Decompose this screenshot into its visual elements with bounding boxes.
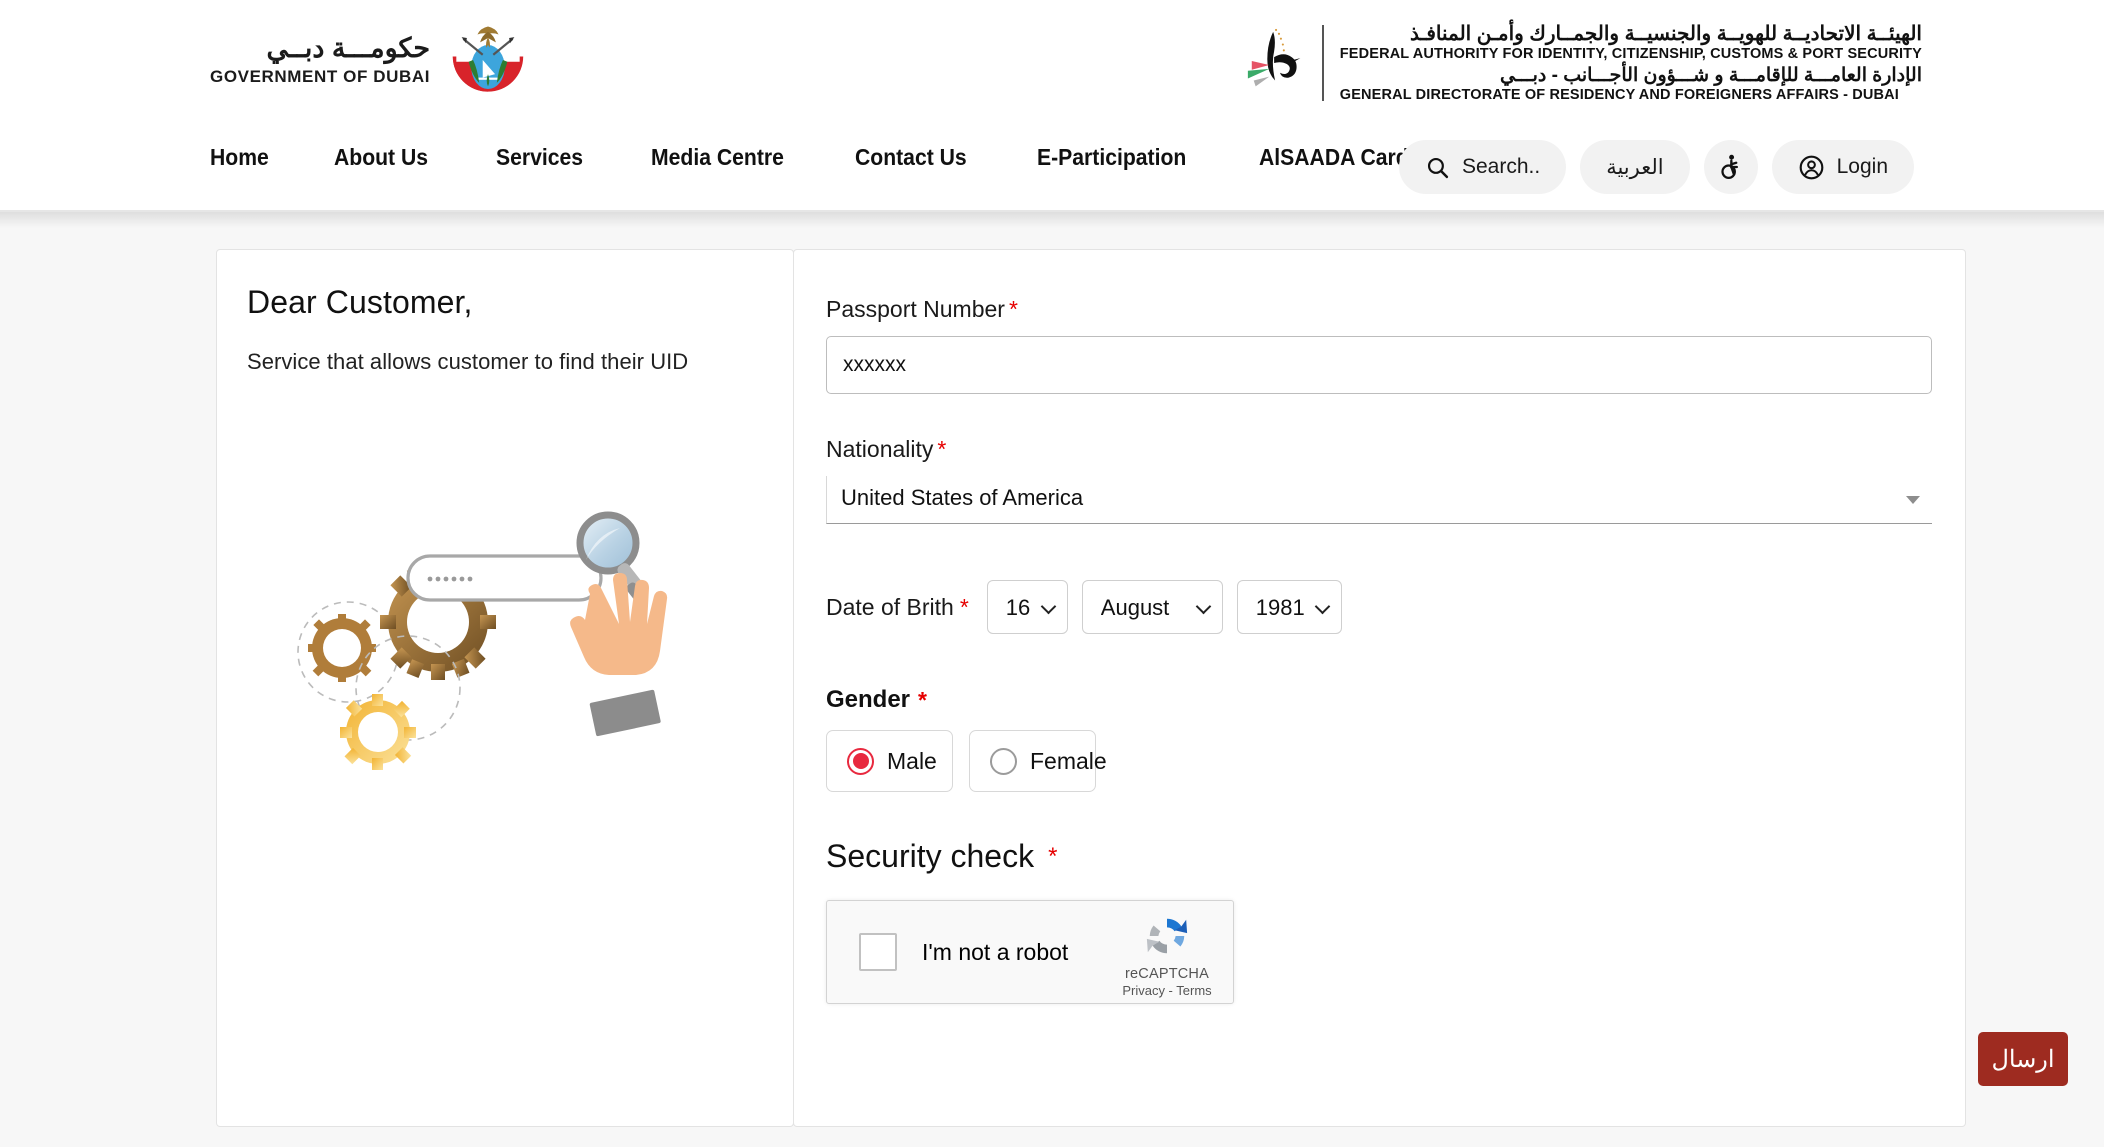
dob-month-select[interactable]: August — [1081, 580, 1223, 634]
gender-male-label: Male — [887, 747, 937, 774]
recaptcha-text: I'm not a robot — [922, 938, 1069, 965]
gender-options: Male Female — [826, 730, 1936, 792]
federal-english-line2: GENERAL DIRECTORATE OF RESIDENCY AND FOR… — [1339, 87, 1899, 104]
header-shadow — [0, 212, 2104, 228]
federal-english-line1: FEDERAL AUTHORITY FOR IDENTITY, CITIZENS… — [1339, 46, 1922, 63]
gender-required-mark: * — [918, 686, 927, 713]
dob-required-mark: * — [959, 593, 969, 620]
recaptcha-checkbox[interactable] — [859, 933, 897, 971]
federal-arabic-line2: الإدارة العامـــة للإقامـــة و شـــؤون ا… — [1500, 65, 1922, 87]
dob-day-select[interactable]: 16 — [986, 580, 1068, 634]
passport-required-mark: * — [1008, 296, 1018, 322]
federal-authority-logo[interactable]: الهيئــة الاتحاديــة للهويــة والجنسيــة… — [1244, 22, 1922, 105]
nav-item-services[interactable]: Services — [496, 144, 583, 171]
government-of-dubai-logo[interactable]: حكومـــة دبــي GOVERNMENT OF DUBAI — [210, 16, 532, 104]
dubai-logo-english: GOVERNMENT OF DUBAI — [210, 66, 431, 86]
login-label: Login — [1836, 155, 1888, 178]
passport-number-label: Passport Number * — [826, 296, 1936, 323]
search-icon — [1427, 157, 1449, 178]
gender-option-female[interactable]: Female — [969, 730, 1107, 792]
nav-item-media-centre[interactable]: Media Centre — [651, 144, 784, 171]
submit-button[interactable]: ارسال — [1978, 1032, 2068, 1086]
panel-title: Dear Customer, — [247, 284, 473, 320]
nav-item-alsaada-card[interactable]: AlSAADA Card — [1259, 144, 1409, 171]
uid-search-form: Passport Number * Nationality * United S… — [826, 296, 1936, 1004]
login-button[interactable]: Login — [1771, 140, 1914, 194]
dob-month-wrapper: August — [1081, 580, 1223, 634]
passport-number-input[interactable] — [826, 336, 1932, 394]
nationality-required-mark: * — [937, 436, 947, 462]
date-of-birth-row: Date of Brith * 16 August 1981 — [826, 580, 1936, 634]
security-check-title: Security check * — [826, 838, 1936, 875]
dob-label-text: Date of Brith — [826, 593, 954, 620]
gender-label: Gender * — [826, 686, 1936, 714]
site-header: حكومـــة دبــي GOVERNMENT OF DUBAI الهيئ… — [0, 0, 2104, 212]
recaptcha-widget[interactable]: I'm not a robot reCAPTCHA Privacy - Term… — [826, 900, 1234, 1004]
arabic-language-button[interactable]: العربية — [1580, 140, 1690, 194]
accessibility-icon — [1720, 154, 1738, 179]
arabic-label: العربية — [1606, 155, 1664, 179]
federal-arabic-line1: الهيئــة الاتحاديــة للهويــة والجنسيــة… — [1409, 23, 1922, 45]
uid-search-illustration — [297, 511, 668, 770]
user-account-icon — [1799, 155, 1823, 179]
dob-year-select[interactable]: 1981 — [1236, 580, 1342, 634]
dob-year-wrapper: 1981 — [1236, 580, 1342, 634]
security-label-text: Security check — [826, 838, 1035, 874]
panel-description: Service that allows customer to find the… — [247, 349, 689, 374]
security-required-mark: * — [1048, 842, 1058, 870]
header-divider — [0, 210, 2104, 212]
search-label: Search.. — [1461, 155, 1541, 178]
gender-option-male[interactable]: Male — [826, 730, 953, 792]
header-actions: Search.. العربية Login — [1398, 140, 1914, 194]
main-navigation: Home About Us Services Media Centre Cont… — [210, 144, 1482, 171]
nationality-label: Nationality * — [826, 436, 1936, 463]
falcon-icon — [1247, 29, 1301, 87]
nationality-select[interactable]: United States of America — [826, 476, 1932, 524]
dob-day-wrapper: 16 — [986, 580, 1068, 634]
logo-divider — [1321, 25, 1324, 102]
accessibility-button[interactable] — [1703, 140, 1758, 194]
radio-male-icon[interactable] — [847, 747, 874, 775]
nav-item-e-participation[interactable]: E-Participation — [1037, 144, 1186, 171]
gender-female-label: Female — [1030, 747, 1107, 774]
nav-item-home[interactable]: Home — [210, 144, 269, 171]
recaptcha-logo-icon — [1146, 918, 1188, 954]
dubai-logo-arabic: حكومـــة دبــي — [266, 33, 431, 64]
nationality-label-text: Nationality — [826, 436, 934, 462]
nationality-select-wrapper: United States of America — [826, 476, 1932, 524]
recaptcha-legal-links[interactable]: Privacy - Terms — [1119, 983, 1215, 998]
nav-item-about-us[interactable]: About Us — [334, 144, 428, 171]
passport-label-text: Passport Number — [826, 296, 1005, 322]
dubai-emblem-icon — [452, 21, 524, 92]
recaptcha-branding: reCAPTCHA Privacy - Terms — [1119, 913, 1215, 998]
recaptcha-brand-name: reCAPTCHA — [1125, 966, 1209, 982]
radio-female-icon[interactable] — [990, 747, 1017, 775]
search-button[interactable]: Search.. — [1398, 140, 1567, 194]
nav-item-contact-us[interactable]: Contact Us — [855, 144, 967, 171]
date-of-birth-label: Date of Brith * — [826, 594, 969, 621]
gender-label-text: Gender — [826, 686, 911, 713]
